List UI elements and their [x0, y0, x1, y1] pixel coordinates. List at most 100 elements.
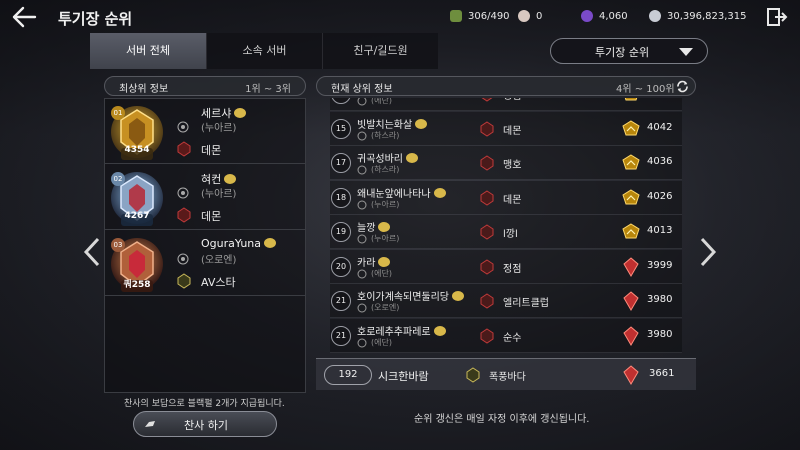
class-icon	[357, 200, 367, 209]
refresh-notice: 순위 갱신은 매일 자정 이후에 갱신됩니다.	[414, 414, 590, 425]
silver-coin-icon	[649, 10, 661, 22]
chevron-right-icon[interactable]	[698, 236, 718, 268]
chevron-left-icon[interactable]	[82, 236, 102, 268]
guild-emblem-icon	[480, 155, 494, 171]
top-rank-score: 4354	[124, 145, 150, 155]
top-rank-entry[interactable]: 01 4354 세르샤 (누아르) 데몬	[105, 99, 305, 164]
guild-emblem-icon	[177, 141, 191, 157]
player-server: (에단)	[371, 337, 392, 347]
player-name: OguraYuna	[201, 237, 277, 250]
rank-number: 15	[331, 118, 351, 139]
top-ranks-header: 최상위 정보 1위 ~ 3위	[104, 76, 306, 96]
player-server: (하스라)	[371, 130, 400, 140]
exit-icon[interactable]	[766, 6, 788, 28]
guild-name: 정점	[503, 263, 522, 275]
player-name: 왜내눈앞에나타나	[357, 185, 446, 200]
rank-row[interactable]: 17 귀곡성바리 (하스라) 맹호 4036	[330, 146, 682, 180]
rank-row[interactable]: 21 호로레추추파레로 (에단) 순수 3980	[330, 318, 682, 353]
guild-emblem-icon	[480, 224, 494, 240]
cheer-icon	[145, 421, 155, 427]
class-icon	[177, 121, 189, 133]
guild-emblem-icon	[480, 120, 494, 137]
crown-icon	[378, 222, 391, 232]
guild-name: 데몬	[201, 144, 222, 157]
rank-number-badge: 01	[111, 106, 125, 120]
guild-emblem-icon	[480, 327, 494, 344]
current-ranks-title: 현재 상위 정보	[331, 84, 393, 95]
player-server: (누아르)	[201, 123, 237, 134]
guild-name: 순수	[503, 332, 522, 344]
top-bar: 투기장 순위 306/490 0 4,060 30,396,823,315	[0, 0, 800, 34]
rank-number-badge: 03	[111, 238, 125, 252]
tier-red-icon	[623, 365, 639, 385]
rank-row[interactable]: 20 카라 (에단) 정점 3999	[330, 249, 682, 284]
guild-name: AV스타	[201, 276, 236, 289]
top-rank-entry[interactable]: 03 쿼258 OguraYuna (오로엔) AV스타	[105, 231, 305, 296]
guild-name: 데몬	[503, 125, 522, 137]
resource-silver: 30,396,823,315	[649, 10, 747, 22]
my-rank-number: 192	[324, 365, 372, 385]
my-player-name: 시크한바람	[378, 370, 429, 383]
crown-icon	[224, 174, 237, 184]
rank-number: 21	[331, 325, 351, 346]
player-server: (오로엔)	[201, 255, 237, 266]
player-server: (에단)	[371, 268, 392, 278]
tier-red-icon	[623, 256, 639, 277]
rank-row[interactable]: 15(에단)징검4042	[330, 98, 682, 111]
rank-row[interactable]: 19 늘깡 (누아르) l깡l 4013	[330, 215, 682, 249]
crown-icon	[234, 108, 247, 118]
cheer-button-label: 찬사 하기	[184, 419, 228, 432]
guild-name: l깡l	[503, 229, 518, 240]
class-icon	[357, 98, 367, 106]
tab-my-server[interactable]: 소속 서버	[206, 33, 322, 69]
guild-emblem-icon	[177, 207, 191, 223]
purple-crystal-icon	[581, 10, 593, 22]
crown-icon	[378, 256, 391, 267]
rank-number: 19	[331, 222, 351, 242]
rank-row[interactable]: 15 빗발치는화살 (하스라) 데몬 4042	[330, 111, 682, 146]
ranking-type-dropdown[interactable]: 투기장 순위	[550, 38, 708, 64]
back-arrow-icon[interactable]	[10, 5, 38, 29]
rank-row[interactable]: 21 호이가계속되면둘리당 (오로엔) 엘리트클럽 3980	[330, 284, 682, 318]
tier-gold-icon	[622, 119, 640, 135]
tier-gold-icon	[622, 188, 640, 204]
my-guild-name: 폭풍바다	[489, 372, 526, 383]
my-rank-row: 192 시크한바람 폭풍바다 3661	[316, 358, 696, 390]
player-server: (누아르)	[371, 199, 400, 209]
player-server: (오로엔)	[371, 303, 400, 312]
tab-all-servers[interactable]: 서버 전체	[90, 33, 206, 69]
guild-emblem-icon	[480, 293, 494, 309]
tier-gold-icon	[624, 98, 638, 101]
tier-gold-icon	[622, 223, 640, 239]
top-rank-score: 4267	[124, 211, 150, 221]
guild-name: 징검	[503, 98, 521, 102]
tab-friends-guild[interactable]: 친구/길드원	[322, 33, 438, 69]
player-score: 3999	[647, 259, 673, 271]
rank-row[interactable]: 18 왜내눈앞에나타나 (누아르) 데몬 4026	[330, 180, 682, 215]
tier-red-icon	[623, 291, 639, 311]
class-icon	[177, 253, 189, 265]
player-name: 빗발치는화살	[357, 116, 428, 131]
pearl-icon	[518, 10, 530, 22]
top-ranks-range: 1위 ~ 3위	[245, 84, 291, 95]
current-ranks-range: 4위 ~ 100위	[616, 84, 675, 95]
rank-number: 21	[331, 291, 351, 311]
resource-crystal: 4,060	[581, 10, 628, 22]
rank-number: 15	[331, 98, 351, 104]
player-name: 호로레추추파레로	[357, 323, 446, 338]
class-icon	[357, 234, 367, 244]
player-score: 4036	[647, 156, 673, 167]
top-ranks-title: 최상위 정보	[119, 84, 169, 95]
refresh-icon[interactable]	[676, 80, 689, 93]
resource-energy: 306/490	[450, 10, 510, 22]
crown-icon	[452, 291, 464, 301]
guild-emblem-icon	[480, 189, 494, 206]
cheer-button[interactable]: 찬사 하기	[133, 411, 277, 437]
player-score: 4013	[647, 225, 673, 236]
player-server: (누아르)	[201, 189, 237, 200]
top-rank-score: 쿼258	[123, 280, 151, 290]
resource-silver-value: 30,396,823,315	[667, 10, 747, 22]
top-rank-entry[interactable]: 02 4267 혀컨 (누아르) 데몬	[105, 165, 305, 230]
class-icon	[357, 303, 367, 313]
rank-list[interactable]: 15(에단)징검404215빗발치는화살(하스라)데몬404217귀곡성바리(하…	[316, 98, 696, 393]
